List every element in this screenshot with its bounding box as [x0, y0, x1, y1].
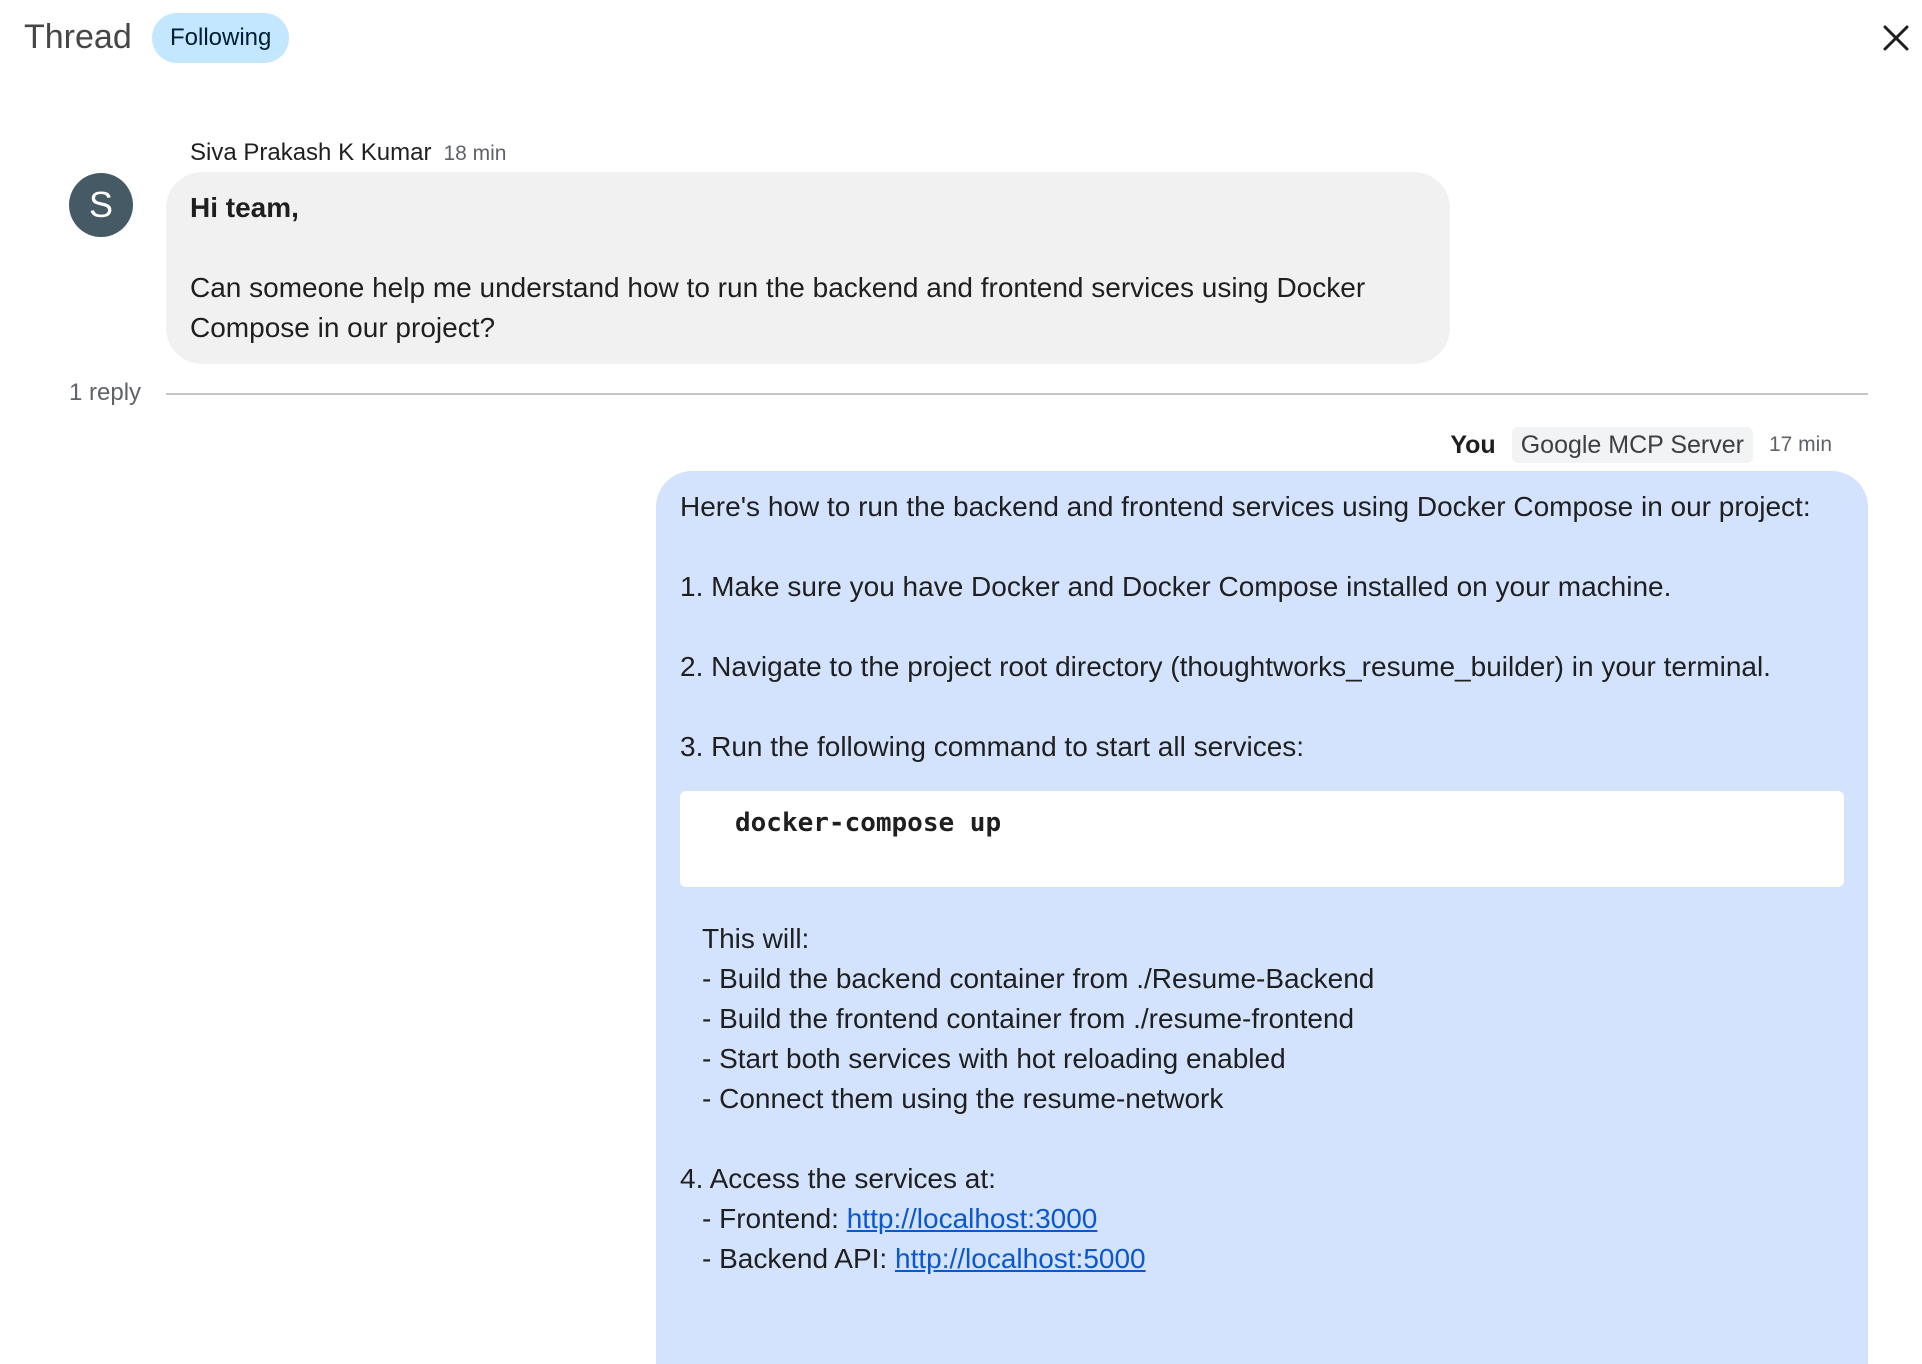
- frontend-access-line: - Frontend: http://localhost:3000: [680, 1199, 1844, 1239]
- reply-step-3: 3. Run the following command to start al…: [680, 731, 1305, 762]
- message-body-line: Compose in our project?: [190, 312, 496, 343]
- avatar[interactable]: S: [69, 173, 133, 237]
- thread-header: Thread Following: [0, 0, 1922, 80]
- backend-label: - Backend API:: [702, 1243, 895, 1274]
- reply-divider: [166, 393, 1868, 395]
- frontend-label: - Frontend:: [702, 1203, 847, 1234]
- reply-header: You Google MCP Server 17 min: [1450, 427, 1832, 463]
- thread-title: Thread: [24, 18, 132, 56]
- reply-bullet: - Build the backend container from ./Res…: [702, 963, 1375, 994]
- message-sender-line: Siva Prakash K Kumar 18 min: [190, 138, 506, 168]
- message-greeting: Hi team,: [190, 192, 299, 223]
- thread-panel: Thread Following Siva Prakash K Kumar 18 …: [0, 0, 1922, 1364]
- reply-timestamp: 17 min: [1768, 433, 1832, 456]
- reply-step-4: 4. Access the services at:: [680, 1163, 996, 1194]
- message-timestamp: 18 min: [443, 142, 507, 165]
- code-text: docker-compose up: [735, 808, 1002, 838]
- code-block: docker-compose up: [680, 791, 1844, 887]
- reply-message-bubble: Here's how to run the backend and fronte…: [656, 471, 1868, 1364]
- reply-count: 1 reply: [69, 379, 142, 406]
- sender-name[interactable]: Siva Prakash K Kumar: [190, 139, 431, 166]
- reply-this-will: This will:: [702, 923, 810, 954]
- reply-step-2: 2. Navigate to the project root director…: [680, 651, 1771, 682]
- message-body-line: Can someone help me understand how to ru…: [190, 272, 1366, 303]
- reply-bullet: - Start both services with hot reloading…: [702, 1043, 1286, 1074]
- reply-intro: Here's how to run the backend and fronte…: [680, 491, 1811, 522]
- reply-author: You: [1450, 430, 1496, 459]
- backend-access-line: - Backend API: http://localhost:5000: [680, 1239, 1844, 1279]
- reply-bullet: - Connect them using the resume-network: [702, 1083, 1224, 1114]
- reply-step-1: 1. Make sure you have Docker and Docker …: [680, 571, 1672, 602]
- close-icon: [1883, 25, 1909, 51]
- frontend-link[interactable]: http://localhost:3000: [847, 1203, 1098, 1234]
- app-badge[interactable]: Google MCP Server: [1511, 427, 1753, 463]
- close-button[interactable]: [1872, 14, 1920, 62]
- following-button[interactable]: Following: [152, 13, 290, 63]
- reply-bullet: - Build the frontend container from ./re…: [702, 1003, 1355, 1034]
- backend-link[interactable]: http://localhost:5000: [895, 1243, 1146, 1274]
- original-message-bubble: Hi team, Can someone help me understand …: [166, 172, 1450, 364]
